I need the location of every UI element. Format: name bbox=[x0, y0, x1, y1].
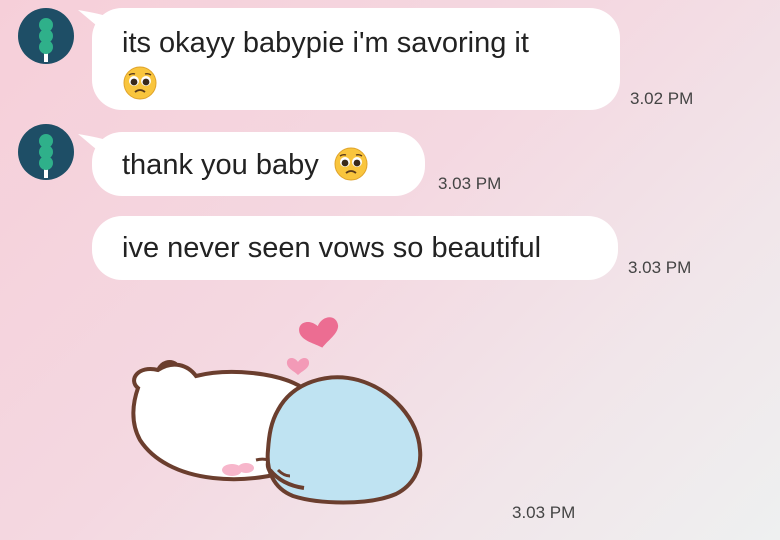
dango-icon bbox=[39, 134, 53, 178]
avatar[interactable] bbox=[18, 124, 74, 180]
message-text: its okayy babypie i'm savoring it bbox=[122, 27, 529, 59]
heart-icon bbox=[286, 358, 310, 375]
message-text: ive never seen vows so beautiful bbox=[122, 232, 542, 264]
bubble-tail bbox=[78, 10, 106, 32]
message-bubble[interactable]: ive never seen vows so beautiful bbox=[92, 216, 618, 280]
message-time: 3.03 PM bbox=[628, 258, 692, 277]
message-time: 3.03 PM bbox=[438, 174, 502, 193]
bubble-tail bbox=[78, 134, 106, 156]
message-time: 3.02 PM bbox=[630, 89, 694, 108]
message-time: 3.03 PM bbox=[512, 503, 576, 522]
pleading-face-icon bbox=[123, 66, 157, 100]
sleeping-bears-sticker[interactable] bbox=[118, 310, 468, 510]
message-text: thank you baby bbox=[122, 149, 319, 181]
dango-icon bbox=[39, 18, 53, 62]
pleading-face-icon bbox=[334, 147, 368, 181]
avatar[interactable] bbox=[18, 8, 74, 64]
heart-icon bbox=[299, 317, 339, 348]
message-bubble[interactable]: thank you baby bbox=[78, 132, 425, 196]
message-bubble[interactable]: its okayy babypie i'm savoring it bbox=[78, 8, 620, 110]
